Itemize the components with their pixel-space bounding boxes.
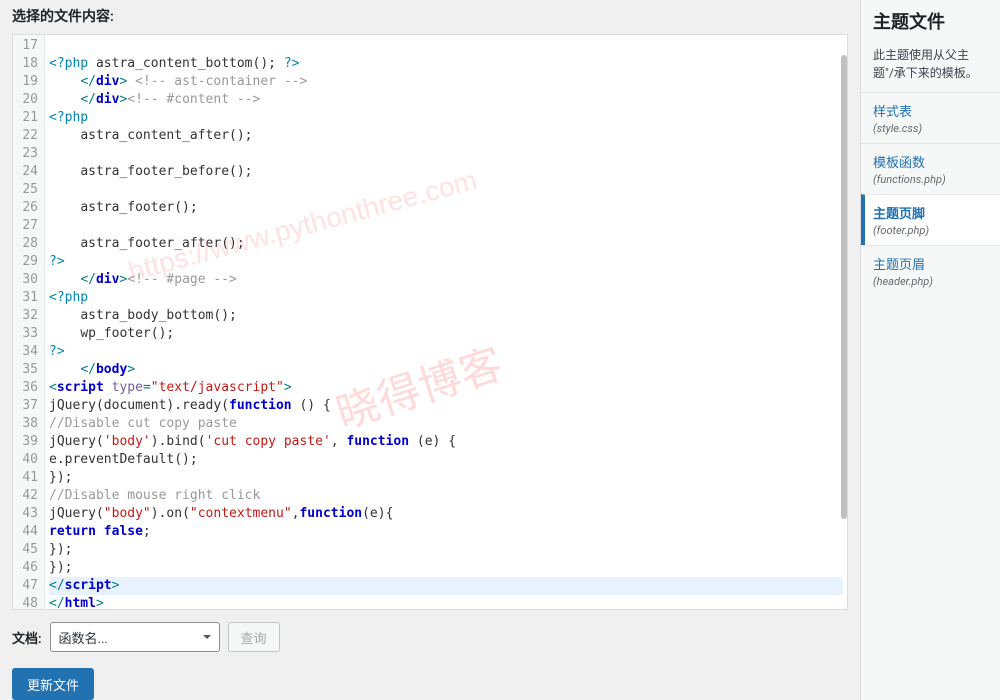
select-placeholder: 函数名... — [59, 628, 108, 647]
code-line[interactable]: }); — [49, 559, 843, 577]
file-name: 样式表 — [873, 101, 988, 120]
code-line[interactable]: astra_footer_before(); — [49, 163, 843, 181]
theme-file-item[interactable]: 主题页眉 (header.php) — [861, 245, 1000, 296]
code-line[interactable]: e.preventDefault(); — [49, 451, 843, 469]
line-gutter: 1718192021222324252627282930313233343536… — [13, 35, 45, 609]
code-line[interactable]: </div><!-- #page --> — [49, 271, 843, 289]
function-select[interactable]: 函数名... — [50, 622, 220, 652]
code-line[interactable]: </script> — [49, 577, 843, 595]
update-file-button[interactable]: 更新文件 — [12, 668, 94, 700]
code-line[interactable]: }); — [49, 469, 843, 487]
code-line[interactable] — [49, 217, 843, 235]
file-name: 模板函数 — [873, 152, 988, 171]
code-line[interactable] — [49, 181, 843, 199]
code-line[interactable]: </div> <!-- ast-container --> — [49, 73, 843, 91]
code-line[interactable] — [49, 145, 843, 163]
theme-file-item[interactable]: 主题页脚 (footer.php) — [861, 194, 1000, 245]
file-path: (style.css) — [873, 122, 988, 135]
code-line[interactable]: return false; — [49, 523, 843, 541]
content-label: 选择的文件内容: — [12, 0, 848, 34]
theme-file-item[interactable]: 样式表 (style.css) — [861, 92, 1000, 143]
code-line[interactable]: //Disable cut copy paste — [49, 415, 843, 433]
code-line[interactable]: jQuery('body').bind('cut copy paste', fu… — [49, 433, 843, 451]
file-path: (functions.php) — [873, 173, 988, 186]
docs-label: 文档: — [12, 628, 42, 647]
file-path: (footer.php) — [873, 224, 988, 237]
theme-file-item[interactable]: 模板函数 (functions.php) — [861, 143, 1000, 194]
sidebar-title: 主题文件 — [861, 0, 1000, 46]
code-line[interactable]: <?php astra_content_bottom(); ?> — [49, 55, 843, 73]
file-name: 主题页眉 — [873, 254, 988, 273]
lookup-button[interactable]: 查询 — [228, 622, 280, 652]
code-line[interactable]: </div><!-- #content --> — [49, 91, 843, 109]
file-path: (header.php) — [873, 275, 988, 288]
code-line[interactable]: //Disable mouse right click — [49, 487, 843, 505]
code-line[interactable]: <?php — [49, 109, 843, 127]
file-name: 主题页脚 — [873, 203, 988, 222]
scrollbar-thumb[interactable] — [841, 55, 847, 519]
code-area[interactable]: <?php astra_content_bottom(); ?> </div> … — [45, 35, 847, 609]
code-line[interactable]: </html> — [49, 595, 843, 609]
code-line[interactable]: astra_footer(); — [49, 199, 843, 217]
code-line[interactable]: <?php — [49, 289, 843, 307]
code-line[interactable]: astra_content_after(); — [49, 127, 843, 145]
code-line[interactable]: ?> — [49, 343, 843, 361]
code-line[interactable]: wp_footer(); — [49, 325, 843, 343]
code-line[interactable]: <script type="text/javascript"> — [49, 379, 843, 397]
code-line[interactable]: ?> — [49, 253, 843, 271]
theme-files-sidebar: 主题文件 此主题使用从父主题"/承下来的模板。 样式表 (style.css) 模板… — [860, 0, 1000, 700]
code-editor[interactable]: 1718192021222324252627282930313233343536… — [12, 34, 848, 610]
code-line[interactable] — [49, 37, 843, 55]
code-line[interactable]: jQuery("body").on("contextmenu",function… — [49, 505, 843, 523]
sidebar-desc: 此主题使用从父主题"/承下来的模板。 — [861, 46, 1000, 92]
code-line[interactable]: }); — [49, 541, 843, 559]
code-line[interactable]: jQuery(document).ready(function () { — [49, 397, 843, 415]
code-line[interactable]: </body> — [49, 361, 843, 379]
scrollbar[interactable] — [839, 35, 847, 609]
code-line[interactable]: astra_footer_after(); — [49, 235, 843, 253]
code-line[interactable]: astra_body_bottom(); — [49, 307, 843, 325]
